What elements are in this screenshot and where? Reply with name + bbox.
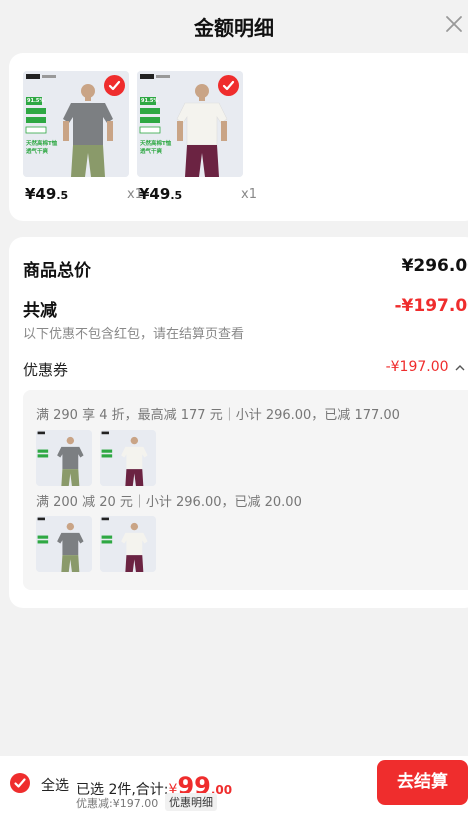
product-price: ¥49.5 bbox=[25, 185, 69, 203]
coupon-detail-box: 满 290 享 4 折，最高减 177 元｜小计 296.00，已减 177.0… bbox=[23, 390, 468, 590]
image-text-sub: 透气干爽 bbox=[26, 149, 49, 155]
products-card: 91.5% 天然高棉T恤 透气干爽 ¥49.5 x1 91.5% 天然高棉T恤 … bbox=[9, 53, 468, 221]
reduction-note: 以下优惠不包含红包，请在结算页查看 bbox=[23, 327, 245, 342]
reduction-label: 共减 bbox=[23, 301, 57, 321]
price-summary-card: 商品总价 ¥296.00 共减 -¥197.00 以下优惠不包含红包，请在结算页… bbox=[9, 237, 468, 608]
coupon-row[interactable]: 优惠券 -¥197.00 bbox=[23, 359, 467, 381]
selected-check-icon[interactable] bbox=[218, 75, 239, 96]
coupon-rule: 满 290 享 4 折，最高减 177 元｜小计 296.00，已减 177.0… bbox=[36, 408, 400, 423]
total-price-value: ¥296.00 bbox=[401, 256, 468, 276]
image-text-title: 天然高棉T恤 bbox=[26, 141, 58, 147]
sheet-title: 金额明细 bbox=[194, 16, 274, 40]
close-icon[interactable] bbox=[442, 12, 466, 36]
discount-detail-link[interactable]: 优惠明细 bbox=[165, 793, 217, 811]
checkout-bar: 全选 已选 2件,合计:¥99.00 优惠减:¥197.00 优惠明细 去结算 bbox=[0, 756, 468, 834]
mini-product-image bbox=[36, 430, 92, 486]
product-price: ¥49.5 bbox=[139, 185, 183, 203]
amount-detail-sheet: 金额明细 91.5% 天然高棉T恤 透气干爽 ¥49.5 x1 91.5% 天然… bbox=[0, 0, 468, 834]
image-text-percent: 91.5% bbox=[27, 98, 45, 104]
reduction-value: -¥197.00 bbox=[394, 296, 468, 316]
discount-summary: 优惠减:¥197.00 bbox=[76, 797, 159, 810]
total-price-row: 商品总价 ¥296.00 bbox=[23, 256, 468, 281]
product-item[interactable]: 91.5% 天然高棉T恤 透气干爽 ¥49.5 x1 bbox=[137, 71, 257, 205]
coupon-rule: 满 200 减 20 元｜小计 296.00，已减 20.00 bbox=[36, 495, 302, 510]
reduction-row: 共减 -¥197.00 bbox=[23, 296, 468, 321]
mini-product-image bbox=[100, 430, 156, 486]
selected-check-icon[interactable] bbox=[104, 75, 125, 96]
product-quantity: x1 bbox=[241, 187, 257, 202]
product-image[interactable]: 91.5% 天然高棉T恤 透气干爽 bbox=[23, 71, 129, 177]
mini-product-image bbox=[100, 516, 156, 572]
chevron-up-icon bbox=[455, 365, 465, 371]
coupon-label: 优惠券 bbox=[23, 361, 69, 379]
select-all-check-icon[interactable] bbox=[10, 773, 30, 793]
product-image[interactable]: 91.5% 天然高棉T恤 透气干爽 bbox=[137, 71, 243, 177]
checkout-button[interactable]: 去结算 bbox=[377, 760, 468, 805]
mini-product-image bbox=[36, 516, 92, 572]
image-text-percent: 91.5% bbox=[141, 98, 159, 104]
product-item[interactable]: 91.5% 天然高棉T恤 透气干爽 ¥49.5 x1 bbox=[23, 71, 143, 205]
select-all-label[interactable]: 全选 bbox=[41, 775, 69, 795]
image-text-title: 天然高棉T恤 bbox=[140, 141, 172, 147]
image-text-sub: 透气干爽 bbox=[140, 149, 163, 155]
total-price-label: 商品总价 bbox=[23, 261, 91, 281]
sheet-header: 金额明细 bbox=[0, 0, 468, 50]
coupon-value: -¥197.00 bbox=[386, 359, 465, 375]
